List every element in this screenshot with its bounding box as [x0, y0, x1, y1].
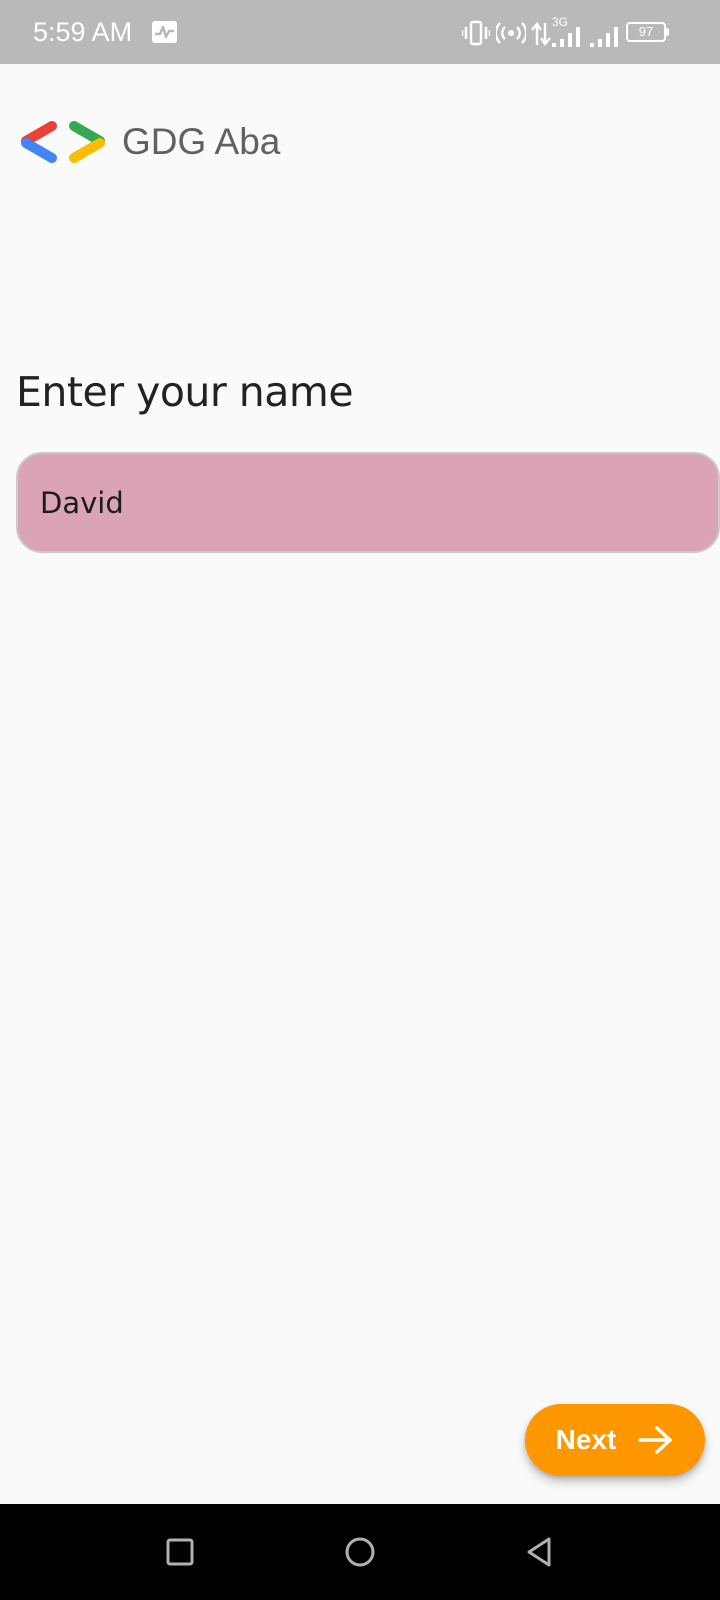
signal-icon [590, 27, 618, 47]
navigation-bar [0, 1504, 720, 1600]
home-icon[interactable] [338, 1530, 382, 1574]
status-time: 5:59 AM [33, 17, 133, 47]
battery-tip [666, 28, 669, 36]
name-input[interactable]: David [16, 452, 720, 553]
battery-level: 97 [638, 24, 654, 39]
logo-text: GDG Aba [122, 121, 281, 162]
name-input-value: David [40, 485, 124, 520]
gdg-chevrons-icon [21, 121, 105, 163]
recents-icon[interactable] [158, 1530, 202, 1574]
vibrate-icon [462, 20, 490, 46]
signal-icon [552, 27, 580, 47]
status-bar: 5:59 AM 3G 97 [0, 0, 720, 64]
next-button-label: Next [555, 1424, 617, 1455]
arrow-right-icon [638, 1426, 673, 1454]
data-arrows-icon [531, 21, 551, 47]
hotspot-icon [496, 22, 526, 44]
page-title: Enter your name [16, 368, 354, 416]
activity-icon [152, 21, 177, 43]
battery-icon: 97 [626, 22, 666, 42]
next-button[interactable]: Next [525, 1404, 705, 1476]
back-icon[interactable] [518, 1530, 562, 1574]
